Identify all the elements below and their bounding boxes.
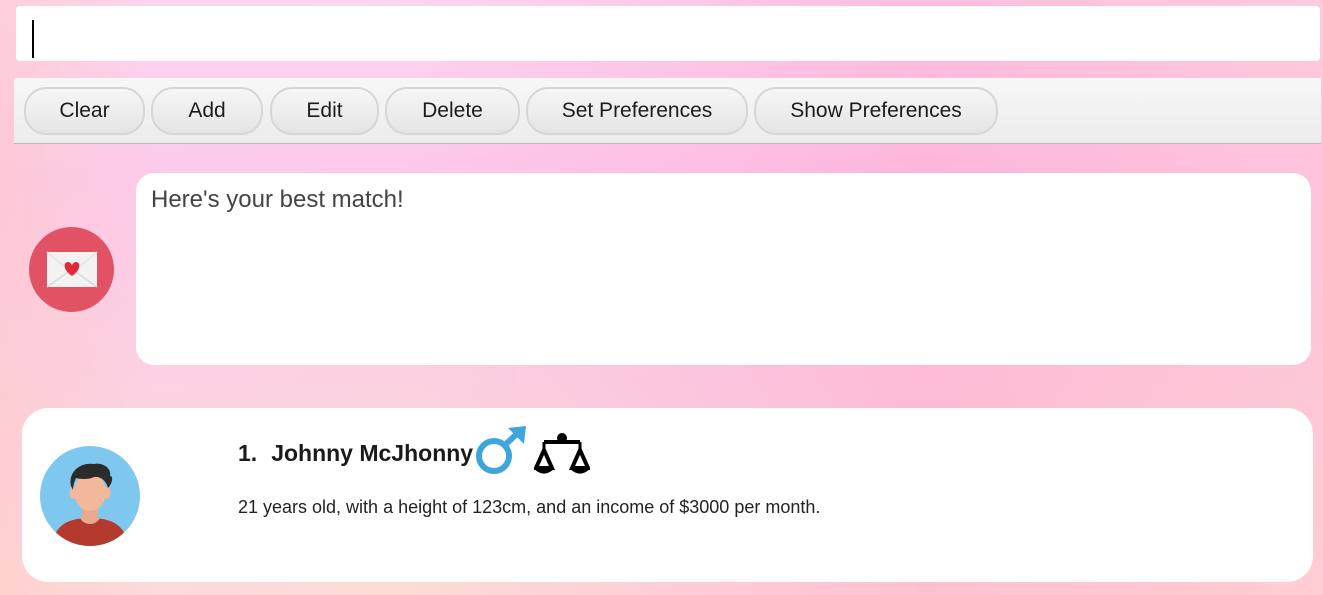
person-avatar — [40, 446, 140, 546]
text-caret — [32, 20, 34, 58]
result-message: Here's your best match! — [151, 186, 404, 213]
command-input[interactable] — [16, 6, 1320, 61]
set-preferences-button[interactable]: Set Preferences — [526, 87, 748, 135]
match-description: 21 years old, with a height of 123cm, an… — [238, 497, 821, 517]
person-avatar-icon — [40, 446, 140, 546]
libra-icon — [534, 433, 590, 474]
match-index: 1. — [238, 440, 258, 466]
bot-avatar — [29, 227, 114, 312]
male-icon — [476, 426, 526, 474]
envelope-heart-icon — [46, 251, 98, 288]
match-card[interactable]: 1. Johnny McJhonny 21 years old, with a … — [22, 408, 1313, 582]
delete-button[interactable]: Delete — [385, 87, 520, 135]
show-preferences-button[interactable]: Show Preferences — [754, 87, 998, 135]
result-display: Here's your best match! — [136, 173, 1311, 365]
add-button[interactable]: Add — [151, 87, 263, 135]
edit-button[interactable]: Edit — [270, 87, 379, 135]
match-name-row: 1. Johnny McJhonny — [238, 440, 473, 467]
clear-button[interactable]: Clear — [24, 87, 145, 135]
match-name: Johnny McJhonny — [271, 440, 474, 466]
toolbar: Clear Add Edit Delete Set Preferences Sh… — [14, 78, 1321, 144]
